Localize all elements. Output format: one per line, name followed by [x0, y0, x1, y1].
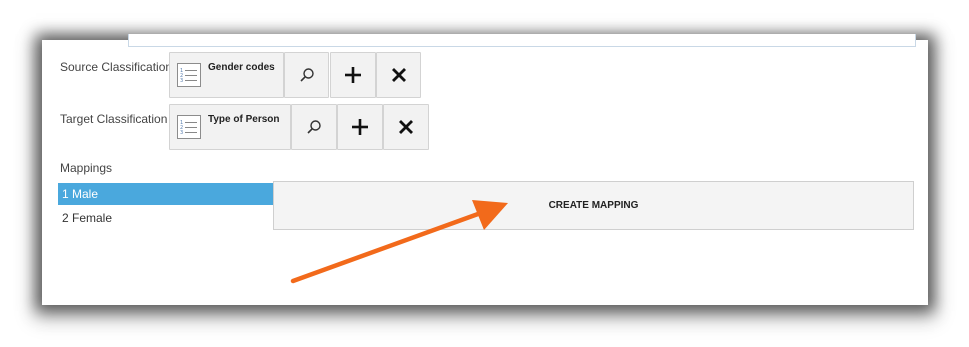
annotation-arrow: [290, 200, 508, 284]
